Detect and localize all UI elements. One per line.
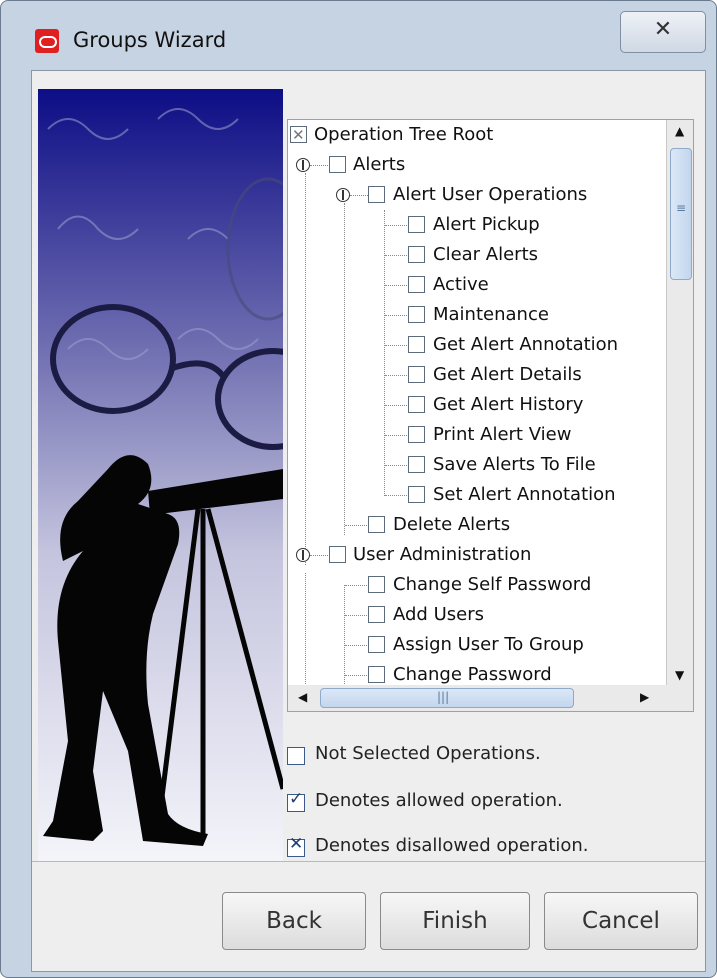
tree-connector <box>385 255 407 257</box>
tree-node-label: Clear Alerts <box>433 244 539 265</box>
title-bar: Groups Wizard ✕ <box>1 1 716 71</box>
node-checkbox[interactable] <box>368 636 385 653</box>
tree-node-label: Operation Tree Root <box>314 124 494 145</box>
tree-connector <box>345 525 367 527</box>
wizard-side-illustration <box>38 89 283 861</box>
tree-node-label: Add Users <box>393 604 484 625</box>
node-checkbox[interactable] <box>408 366 425 383</box>
vertical-scrollbar[interactable]: ▲ ≡ ▼ <box>666 120 693 686</box>
node-checkbox[interactable] <box>408 486 425 503</box>
node-checkbox[interactable] <box>368 576 385 593</box>
oracle-logo-icon <box>35 29 59 53</box>
tree-node-label: Alert Pickup <box>433 214 540 235</box>
wizard-button-bar: Back Finish Cancel <box>32 861 705 972</box>
x-box-icon: ✕ <box>287 834 305 857</box>
node-checkbox[interactable] <box>408 276 425 293</box>
tree-connector <box>385 435 407 437</box>
horizontal-scroll-thumb[interactable]: ||| <box>320 688 574 708</box>
vertical-scroll-thumb[interactable]: ≡ <box>670 148 692 280</box>
tree-node-label: Get Alert History <box>433 394 584 415</box>
tree-node-label: Print Alert View <box>433 424 572 445</box>
checkmark-box-icon: ✓ <box>287 789 305 812</box>
legend-label: Denotes disallowed operation. <box>315 835 589 856</box>
tree-connector <box>350 195 368 197</box>
tree-connector <box>344 585 346 686</box>
back-button[interactable]: Back <box>222 892 366 950</box>
node-checkbox[interactable] <box>408 216 425 233</box>
tree-node-label: Change Self Password <box>393 574 592 595</box>
node-checkbox[interactable] <box>329 156 346 173</box>
operations-panel: Operation Tree Root Alerts Alert User Op… <box>282 79 694 939</box>
node-checkbox[interactable] <box>408 306 425 323</box>
tree-connector <box>345 615 367 617</box>
tree-node-label: Get Alert Annotation <box>433 334 619 355</box>
tree-connector <box>345 675 367 677</box>
cancel-button[interactable]: Cancel <box>544 892 698 950</box>
tree-node-label: Active <box>433 274 489 295</box>
scroll-left-icon[interactable]: ◀ <box>298 690 307 704</box>
expand-collapse-icon[interactable] <box>296 548 310 562</box>
close-button[interactable]: ✕ <box>620 11 706 53</box>
scroll-right-icon[interactable]: ▶ <box>640 690 649 704</box>
wizard-client-area: Operation Tree Root Alerts Alert User Op… <box>31 70 706 972</box>
tree-node-label: Maintenance <box>433 304 549 325</box>
tree-node-label: Get Alert Details <box>433 364 582 385</box>
node-checkbox[interactable] <box>408 456 425 473</box>
tree-connector <box>345 645 367 647</box>
tree-connector <box>385 315 407 317</box>
node-checkbox[interactable] <box>408 336 425 353</box>
tree-node-label: Assign User To Group <box>393 634 584 655</box>
tree-node-label: Change Password <box>393 664 552 685</box>
tree-connector <box>385 495 407 497</box>
groups-wizard-window: Groups Wizard ✕ ✕ Operation Tree Root Al… <box>0 0 717 978</box>
scroll-up-icon[interactable]: ▲ <box>675 124 684 138</box>
legend-label: Not Selected Operations. <box>315 743 541 764</box>
tree-connector <box>310 555 328 557</box>
tree-node-label: User Administration <box>353 544 532 565</box>
tree-connector <box>310 165 328 167</box>
tree-connector <box>385 465 407 467</box>
thumb-grip-icon: ||| <box>437 690 450 704</box>
node-checkbox[interactable] <box>408 246 425 263</box>
tree-connector <box>385 405 407 407</box>
horizontal-scrollbar[interactable]: ◀ ||| ▶ <box>287 685 694 712</box>
tree-node-label: Set Alert Annotation <box>433 484 616 505</box>
expand-collapse-icon[interactable] <box>296 158 310 172</box>
tree-connector <box>345 585 367 587</box>
node-checkbox[interactable] <box>329 546 346 563</box>
legend-label: Denotes allowed operation. <box>315 790 563 811</box>
node-checkbox[interactable] <box>408 396 425 413</box>
tree-node-label: Save Alerts To File <box>433 454 596 475</box>
node-checkbox[interactable] <box>368 666 385 683</box>
tree-connector <box>385 345 407 347</box>
tree-connector <box>305 173 307 565</box>
tree-connector <box>305 573 307 686</box>
node-checkbox[interactable] <box>368 186 385 203</box>
tree-connector <box>385 225 407 227</box>
node-checkbox[interactable] <box>408 426 425 443</box>
scroll-down-icon[interactable]: ▼ <box>675 668 684 682</box>
finish-button[interactable]: Finish <box>380 892 530 950</box>
tree-connector <box>385 375 407 377</box>
thumb-grip-icon: ≡ <box>676 201 687 215</box>
tree-node-label: Alert User Operations <box>393 184 588 205</box>
operation-tree-view: Operation Tree Root Alerts Alert User Op… <box>288 120 666 686</box>
unchecked-box-icon <box>287 747 305 765</box>
expand-collapse-icon[interactable] <box>336 188 350 202</box>
window-title: Groups Wizard <box>73 28 227 52</box>
tree-connector <box>344 203 346 535</box>
disallowed-checkbox[interactable] <box>290 120 307 150</box>
tree-node-label: Alerts <box>353 154 406 175</box>
node-checkbox[interactable] <box>368 606 385 623</box>
tree-node-label: Delete Alerts <box>393 514 511 535</box>
tree-connector <box>384 210 386 496</box>
close-icon: ✕ <box>653 17 673 42</box>
operation-tree: Operation Tree Root Alerts Alert User Op… <box>287 119 694 687</box>
tree-connector <box>385 285 407 287</box>
node-checkbox[interactable] <box>368 516 385 533</box>
